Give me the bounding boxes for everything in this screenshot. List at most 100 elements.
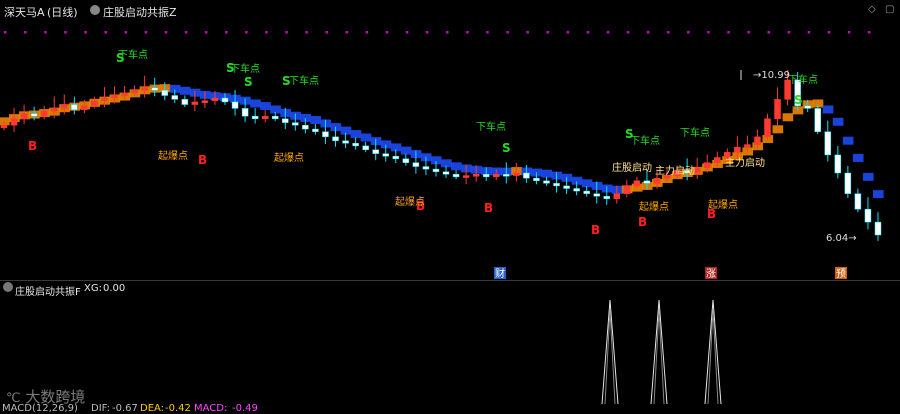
signal-dot xyxy=(466,31,469,34)
candle xyxy=(91,100,98,107)
candle xyxy=(864,208,872,223)
candle xyxy=(50,108,58,112)
candle xyxy=(754,136,761,145)
candle xyxy=(513,172,520,176)
candle xyxy=(693,167,701,174)
indicator-settings-icon[interactable] xyxy=(88,4,102,17)
ribbon-segment xyxy=(179,86,191,95)
signal-dot xyxy=(827,31,831,34)
signal-dot xyxy=(606,31,610,34)
candle xyxy=(282,118,289,123)
signal-dot xyxy=(626,31,630,34)
signal-dot xyxy=(124,31,128,34)
xg-spike-inner xyxy=(653,309,665,405)
signal-dot xyxy=(365,31,369,34)
candle xyxy=(81,105,88,110)
signal-dot xyxy=(405,31,409,34)
signal-dot xyxy=(727,31,730,34)
window-options-icon[interactable]: ▢ xyxy=(885,4,894,15)
launch-label: 主力启动 xyxy=(725,156,765,169)
sub-indicator-name[interactable]: 庄股启动共振F xyxy=(15,283,81,298)
launch-label: 庄股启动 xyxy=(612,161,652,174)
sell-point-label: 下车点 xyxy=(289,74,319,87)
indicator-name[interactable]: 庄股启动共振Z xyxy=(103,4,177,20)
sell-signal: S xyxy=(794,93,803,107)
candle xyxy=(61,104,68,109)
ribbon-segment xyxy=(832,117,844,126)
candle xyxy=(814,108,821,132)
candle xyxy=(844,172,852,194)
candle xyxy=(744,144,751,148)
boom-point-label: 起爆点 xyxy=(158,150,188,162)
signal-dot xyxy=(546,31,549,34)
candle xyxy=(241,108,249,117)
sell-point-label: 下车点 xyxy=(630,134,660,147)
candle xyxy=(573,188,580,192)
macd-value: -0.49 xyxy=(232,403,258,414)
candle xyxy=(402,158,410,163)
signal-dot xyxy=(84,31,87,34)
stock-symbol[interactable]: 深天马A xyxy=(4,4,45,20)
candle xyxy=(442,171,450,175)
sell-point-label: 下车点 xyxy=(476,120,506,133)
candle xyxy=(71,104,78,110)
sell-point-label: 下车点 xyxy=(680,126,710,139)
candle xyxy=(101,97,108,101)
candle xyxy=(261,115,269,119)
signal-dot xyxy=(345,31,349,34)
ribbon-segment xyxy=(852,153,864,162)
ribbon-segment xyxy=(872,190,884,199)
ribbon-segment xyxy=(862,172,874,181)
candle xyxy=(171,95,179,100)
candle xyxy=(151,87,158,91)
candle xyxy=(553,183,560,187)
signal-dot xyxy=(526,31,529,34)
signal-dot xyxy=(867,31,871,34)
buy-signal: B xyxy=(198,153,207,167)
xg-spike-inner xyxy=(604,309,616,405)
candle xyxy=(603,196,611,200)
candle xyxy=(20,113,28,120)
candle xyxy=(804,105,811,109)
candle xyxy=(703,162,711,169)
ribbon-segment xyxy=(360,133,372,142)
peak-price-label: →10.99 xyxy=(753,70,790,81)
ribbon-segment xyxy=(842,136,854,145)
candle xyxy=(452,174,460,178)
sell-point-label: 下车点 xyxy=(230,62,260,75)
candle xyxy=(543,180,550,184)
signal-dot xyxy=(847,31,851,34)
launch-label: 主力启动 xyxy=(655,164,695,177)
candle xyxy=(462,175,470,178)
signal-dot xyxy=(747,31,750,34)
signal-dot xyxy=(64,31,67,34)
collapse-up-icon[interactable]: ◇ xyxy=(868,4,876,15)
candle xyxy=(372,149,379,154)
ribbon-segment xyxy=(250,99,261,108)
candle xyxy=(251,115,259,119)
xg-value: 0.00 xyxy=(103,283,126,294)
signal-dot xyxy=(44,31,47,34)
candle xyxy=(332,136,339,141)
ribbon-segment xyxy=(782,113,794,122)
event-marker-label: 财 xyxy=(495,267,505,280)
candle xyxy=(834,154,842,174)
buy-signal: B xyxy=(591,223,600,237)
candle xyxy=(342,140,349,144)
candle xyxy=(302,124,309,130)
signal-dot xyxy=(425,31,429,34)
ribbon-segment xyxy=(451,162,462,171)
candle xyxy=(392,155,400,160)
signal-dot xyxy=(767,31,770,34)
sell-point-label: 下车点 xyxy=(118,48,148,61)
sell-signal: S xyxy=(502,141,511,155)
candle xyxy=(613,193,621,200)
signal-dot xyxy=(787,31,791,34)
watermark: ℃ 大数跨境 xyxy=(6,386,85,407)
candle xyxy=(181,99,189,105)
event-marker-label: 涨 xyxy=(706,268,716,280)
signal-dot xyxy=(566,31,570,34)
signal-dot xyxy=(446,31,449,34)
candle xyxy=(583,190,590,194)
candle xyxy=(523,172,530,179)
